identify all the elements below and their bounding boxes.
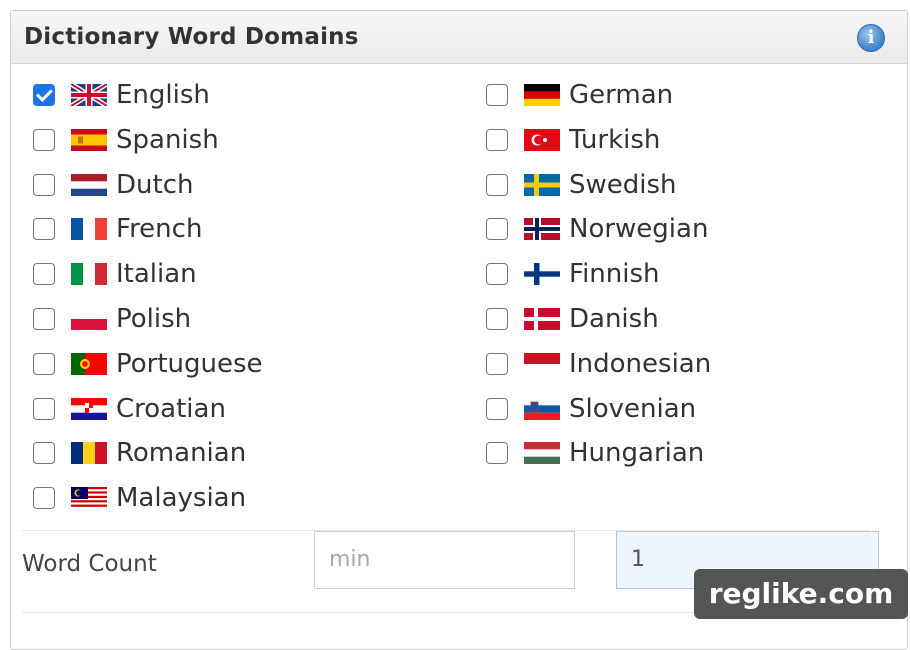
watermark-logo: reglike.com: [694, 569, 908, 619]
flag-nl-icon: [71, 174, 107, 196]
language-label: German: [569, 80, 674, 110]
language-option-hungarian[interactable]: Hungarian: [486, 436, 704, 470]
language-checkbox[interactable]: [486, 218, 508, 240]
language-label: Swedish: [569, 170, 677, 200]
language-label: Finnish: [569, 259, 660, 289]
language-label: French: [116, 214, 203, 244]
flag-fi-icon: [524, 263, 560, 285]
flag-ro-icon: [71, 442, 107, 464]
flag-si-icon: [524, 398, 560, 420]
flag-pt-icon: [71, 353, 107, 375]
language-label: Dutch: [116, 170, 194, 200]
flag-it-icon: [71, 263, 107, 285]
language-option-indonesian[interactable]: Indonesian: [486, 347, 711, 381]
language-label: Hungarian: [569, 438, 705, 468]
flag-tr-icon: [524, 129, 560, 151]
language-checkbox[interactable]: [486, 398, 508, 420]
language-option-polish[interactable]: Polish: [33, 302, 191, 336]
language-option-italian[interactable]: Italian: [33, 257, 197, 291]
flag-no-icon: [524, 218, 560, 240]
flag-fr-icon: [71, 218, 107, 240]
panel-header: Dictionary Word Domains i: [11, 11, 907, 64]
language-label: Norwegian: [569, 214, 709, 244]
flag-pl-icon: [71, 308, 107, 330]
language-option-portuguese[interactable]: Portuguese: [33, 347, 263, 381]
language-label: Romanian: [116, 438, 247, 468]
language-label: Malaysian: [116, 483, 247, 513]
language-checkbox[interactable]: [33, 129, 55, 151]
language-option-malaysian[interactable]: Malaysian: [33, 481, 246, 515]
language-option-swedish[interactable]: Swedish: [486, 168, 677, 202]
language-checkbox[interactable]: [33, 442, 55, 464]
flag-de-icon: [524, 84, 560, 106]
language-label: Italian: [116, 259, 197, 289]
language-option-finnish[interactable]: Finnish: [486, 257, 660, 291]
language-label: Slovenian: [569, 394, 697, 424]
language-checkbox[interactable]: [33, 263, 55, 285]
language-label: Indonesian: [569, 349, 712, 379]
flag-es-icon: [71, 129, 107, 151]
flag-hu-icon: [524, 442, 560, 464]
language-option-turkish[interactable]: Turkish: [486, 123, 660, 157]
language-option-dutch[interactable]: Dutch: [33, 168, 193, 202]
language-checkbox[interactable]: [486, 308, 508, 330]
language-option-slovenian[interactable]: Slovenian: [486, 392, 696, 426]
language-checkbox[interactable]: [486, 442, 508, 464]
word-count-label: Word Count: [22, 551, 157, 577]
language-checkbox[interactable]: [33, 308, 55, 330]
language-checkbox[interactable]: [486, 263, 508, 285]
info-icon[interactable]: i: [857, 24, 885, 52]
flag-id-icon: [524, 353, 560, 375]
flag-dk-icon: [524, 308, 560, 330]
language-label: Spanish: [116, 125, 219, 155]
language-label: Croatian: [116, 394, 226, 424]
language-checkbox[interactable]: [33, 398, 55, 420]
language-checkbox[interactable]: [33, 487, 55, 509]
flag-hr-icon: [71, 398, 107, 420]
language-option-norwegian[interactable]: Norwegian: [486, 212, 708, 246]
language-option-romanian[interactable]: Romanian: [33, 436, 246, 470]
language-checkbox[interactable]: [486, 129, 508, 151]
language-option-german[interactable]: German: [486, 78, 673, 112]
panel-title: Dictionary Word Domains: [24, 24, 359, 50]
flag-gb-icon: [71, 84, 107, 106]
language-option-danish[interactable]: Danish: [486, 302, 659, 336]
language-checkbox[interactable]: [33, 218, 55, 240]
language-label: Danish: [569, 304, 659, 334]
language-label: Polish: [116, 304, 192, 334]
language-checkbox[interactable]: [33, 84, 55, 106]
language-checkbox[interactable]: [486, 353, 508, 375]
flag-se-icon: [524, 174, 560, 196]
flag-my-icon: [71, 487, 107, 509]
language-option-croatian[interactable]: Croatian: [33, 392, 226, 426]
language-label: Turkish: [569, 125, 661, 155]
word-count-min-input[interactable]: min: [314, 531, 575, 589]
language-checkbox[interactable]: [486, 174, 508, 196]
language-label: Portuguese: [116, 349, 263, 379]
language-option-spanish[interactable]: Spanish: [33, 123, 219, 157]
language-checkbox[interactable]: [486, 84, 508, 106]
language-option-english[interactable]: English: [33, 78, 210, 112]
language-label: English: [116, 80, 210, 110]
language-option-french[interactable]: French: [33, 212, 202, 246]
language-checkbox[interactable]: [33, 174, 55, 196]
language-checkbox[interactable]: [33, 353, 55, 375]
